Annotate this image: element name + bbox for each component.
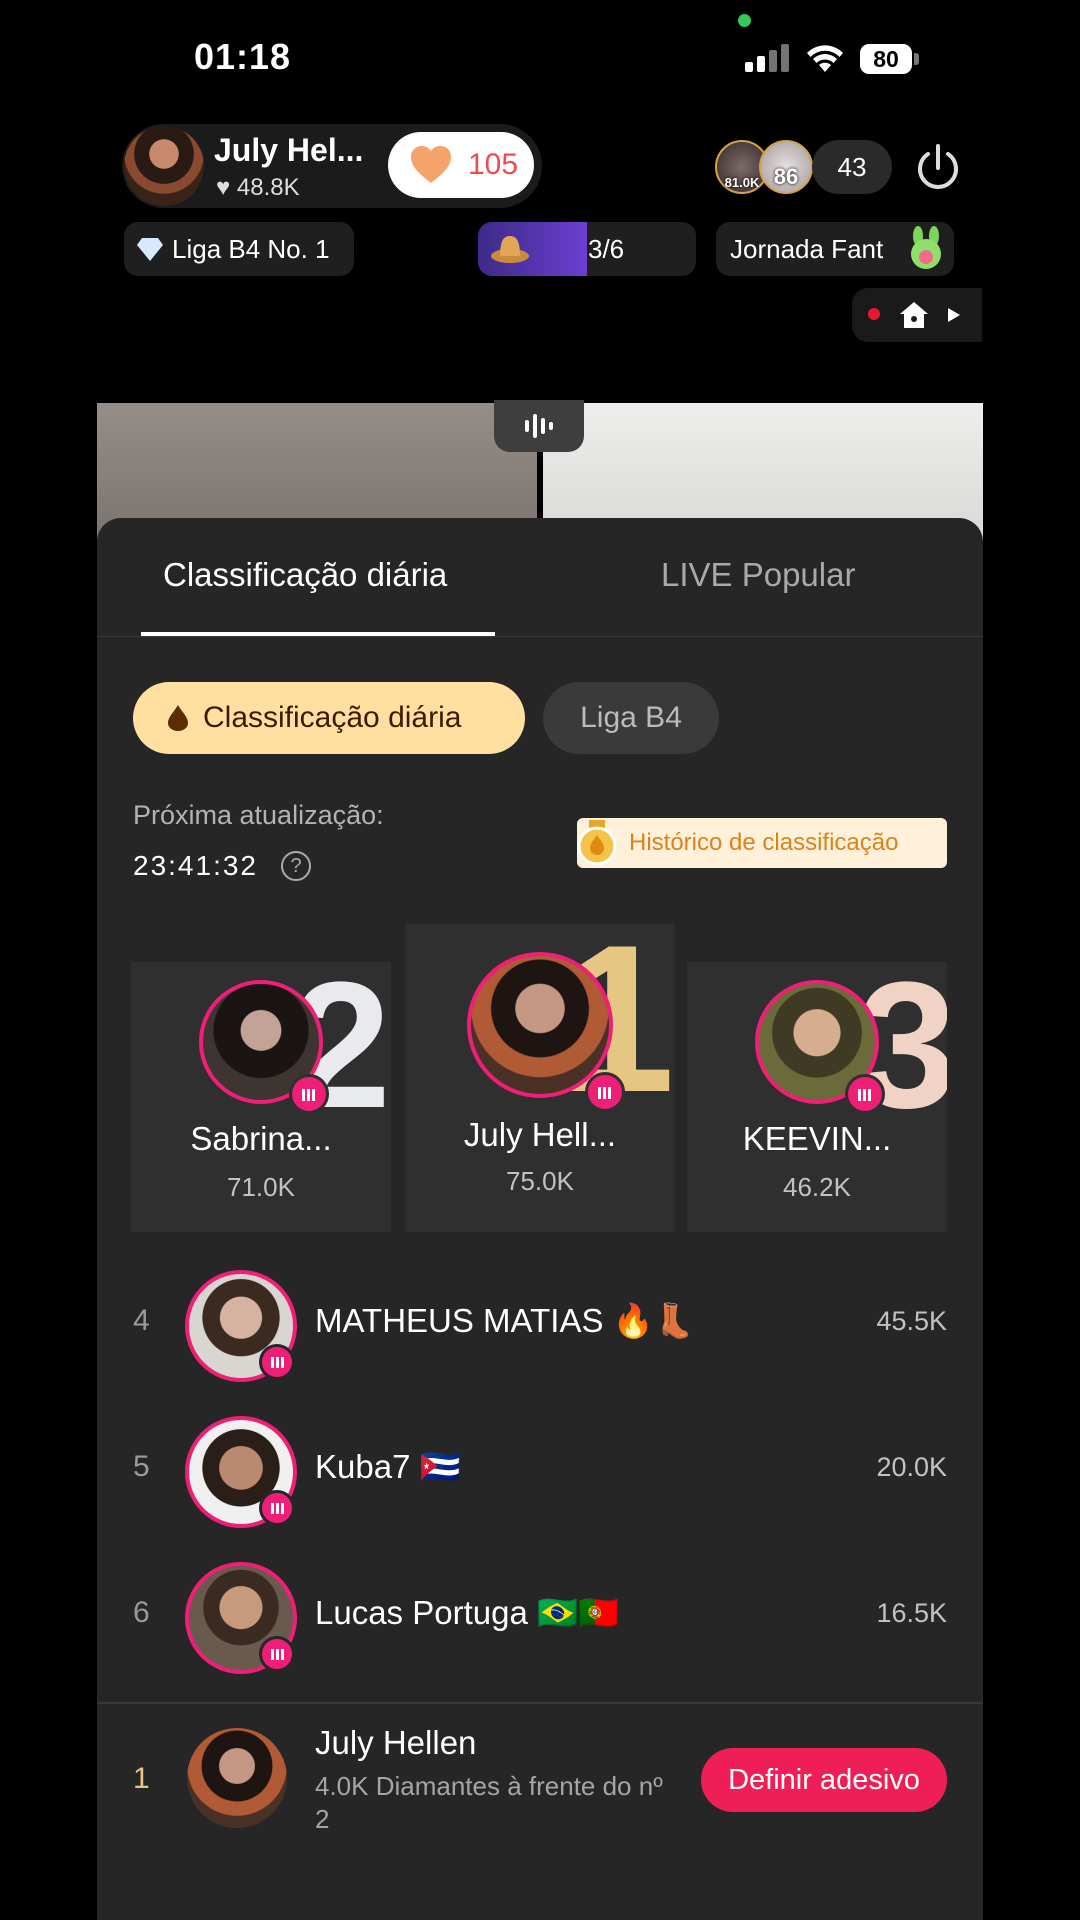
goal-progress-text: 3/6: [588, 234, 625, 264]
like-button[interactable]: 105: [388, 132, 534, 198]
podium-score: 46.2K: [783, 1172, 851, 1202]
row-rank: 4: [133, 1304, 150, 1337]
self-subtitle: 4.0K Diamantes à frente do nº 2: [315, 1771, 663, 1834]
like-count: 105: [468, 148, 519, 181]
host-likes: ♥ 48.8K: [216, 174, 300, 202]
podium-name: Sabrina...: [190, 1120, 332, 1157]
status-bar: 01:18 80: [0, 0, 1080, 110]
host-avatar[interactable]: [124, 126, 204, 206]
recording-dot: [868, 308, 880, 320]
avatar[interactable]: [187, 1728, 287, 1828]
set-sticker-button[interactable]: Definir adesivo: [701, 1748, 947, 1812]
record-controls[interactable]: [852, 288, 982, 342]
podium-rank-2[interactable]: 2 Sabrina... 71.0K: [131, 962, 391, 1232]
bunny-icon: [911, 226, 941, 269]
list-item[interactable]: 4 MATHEUS MATIAS 🔥👢 45.5K: [97, 1266, 983, 1386]
list-item[interactable]: 5 Kuba7 🇨🇺 20.0K: [97, 1412, 983, 1532]
segment-league[interactable]: Liga B4: [543, 682, 719, 754]
podium-score: 71.0K: [227, 1172, 295, 1202]
podium-rank-1[interactable]: 1 July Hell... 75.0K: [405, 924, 675, 1232]
self-name: July Hellen: [315, 1724, 477, 1761]
top-viewer-avatar[interactable]: 86: [759, 140, 813, 194]
row-name: Kuba7 🇨🇺: [315, 1448, 461, 1485]
next-update-label: Próxima atualização:: [133, 800, 384, 830]
row-name: MATHEUS MATIAS 🔥👢: [315, 1302, 695, 1339]
live-badge-icon: [289, 1074, 329, 1114]
power-icon[interactable]: [910, 140, 966, 196]
segment-daily-ranking[interactable]: Classificação diária: [133, 682, 525, 754]
tab-daily-ranking[interactable]: Classificação diária: [163, 556, 447, 594]
battery-tip: [914, 53, 919, 65]
segment-daily-label: Classificação diária: [203, 701, 462, 734]
row-name: Lucas Portuga 🇧🇷🇵🇹: [315, 1594, 620, 1631]
host-info-pill[interactable]: July Hel... ♥ 48.8K 105: [122, 124, 542, 208]
podium-rank-3[interactable]: 3 KEEVIN... 46.2K: [687, 962, 947, 1232]
row-rank: 5: [133, 1450, 150, 1483]
cowboy-hat-icon: [491, 236, 529, 263]
row-rank: 6: [133, 1596, 150, 1629]
host-likes-value: 48.8K: [236, 174, 300, 201]
tab-live-popular[interactable]: LIVE Popular: [661, 556, 855, 594]
ranking-history-label: Histórico de classificação: [629, 829, 899, 856]
diamond-icon: [137, 238, 163, 261]
live-badge-icon: [585, 1072, 625, 1112]
next-update-time: 23:41:32: [133, 850, 258, 881]
podium-score: 75.0K: [506, 1166, 574, 1196]
journey-chip[interactable]: Jornada Fant: [716, 222, 954, 276]
row-score: 16.5K: [876, 1598, 947, 1628]
top-viewer-badge: 81.0K: [724, 175, 760, 190]
league-chip-label: Liga B4 No. 1: [172, 234, 330, 264]
heart-icon: [411, 146, 451, 183]
row-score: 45.5K: [876, 1306, 947, 1336]
medal-icon: [577, 820, 617, 866]
top-viewers[interactable]: 81.0K 86: [715, 140, 825, 194]
small-heart-icon: ♥: [216, 174, 231, 201]
podium-name: July Hell...: [463, 1116, 617, 1153]
audio-toggle[interactable]: [494, 400, 584, 452]
live-badge-icon: [259, 1636, 295, 1672]
podium-name: KEEVIN...: [742, 1120, 892, 1157]
ranking-sheet: Classificação diária LIVE Popular Classi…: [97, 518, 983, 1920]
live-badge-icon: [259, 1490, 295, 1526]
host-name: July Hel...: [214, 132, 364, 168]
self-divider: [97, 1702, 983, 1704]
goal-progress-chip[interactable]: 3/6: [478, 222, 696, 276]
help-icon[interactable]: ?: [281, 851, 311, 881]
battery-icon: 80: [860, 44, 912, 74]
live-badge-icon: [845, 1074, 885, 1114]
top-viewer-badge: 86: [773, 164, 799, 189]
live-badge-icon: [259, 1344, 295, 1380]
viewer-count[interactable]: 43: [812, 140, 892, 194]
camera-indicator-dot: [738, 14, 751, 27]
row-score: 20.0K: [876, 1452, 947, 1482]
ranking-history-button[interactable]: Histórico de classificação: [577, 818, 947, 868]
play-icon[interactable]: [948, 308, 960, 322]
home-icon[interactable]: [898, 300, 930, 330]
cellular-signal-icon: [745, 44, 791, 72]
self-rank: 1: [133, 1762, 150, 1795]
journey-chip-label: Jornada Fant: [730, 234, 884, 264]
drop-icon: [168, 705, 188, 731]
status-time: 01:18: [194, 36, 292, 77]
list-item[interactable]: 6 Lucas Portuga 🇧🇷🇵🇹 16.5K: [97, 1558, 983, 1678]
wifi-icon: [807, 45, 843, 72]
audio-bars-icon: [525, 414, 553, 438]
tab-divider: [97, 636, 983, 637]
league-chip[interactable]: Liga B4 No. 1: [124, 222, 354, 276]
